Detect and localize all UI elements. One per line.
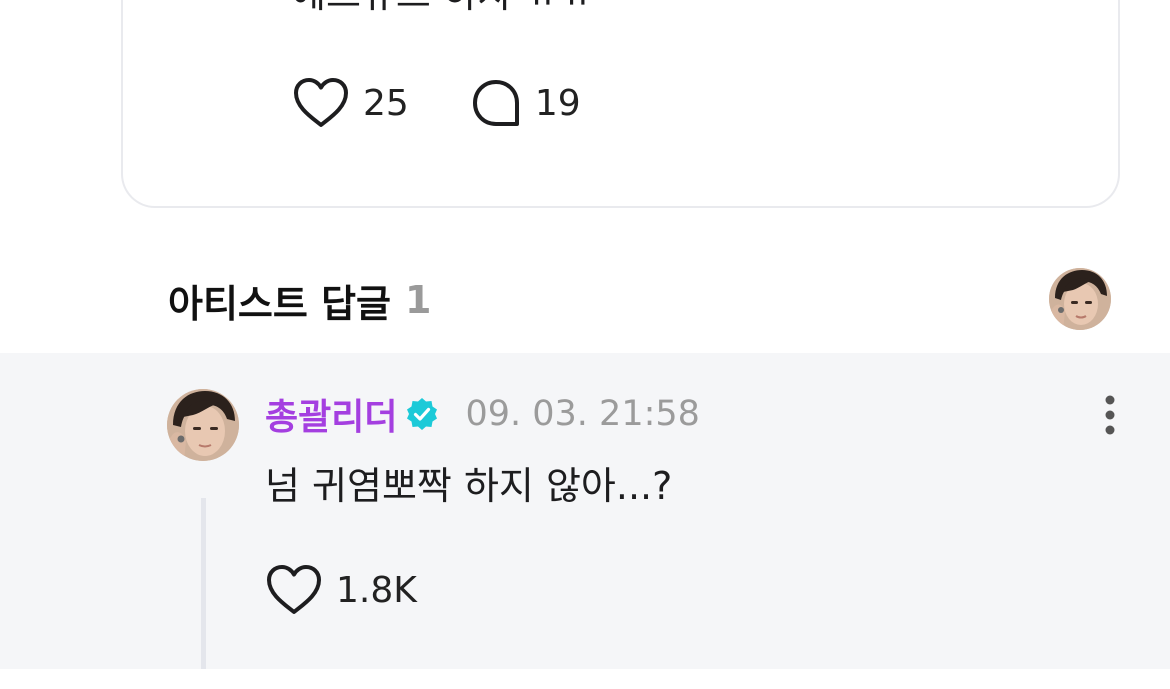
thread-connector-line: [201, 498, 206, 669]
heart-outline-icon: [294, 78, 348, 127]
artist-reply: 총괄리더 09. 03. 21:58 넘 귀염뽀짝 하지 않아...? 1.8K: [0, 353, 1170, 669]
artist-avatar-small[interactable]: [1049, 268, 1111, 330]
reply-actions: 1.8K: [266, 563, 417, 617]
reply-timestamp: 09. 03. 21:58: [465, 394, 700, 434]
post-actions: 25 19: [293, 76, 581, 130]
artist-replies-title: 아티스트 답글: [168, 281, 391, 326]
reply-like-button[interactable]: 1.8K: [266, 564, 417, 616]
reply-author-name[interactable]: 총괄리더: [265, 388, 397, 440]
post-like-button[interactable]: 25: [293, 77, 409, 129]
vertical-ellipsis-icon[interactable]: [1092, 393, 1128, 437]
verified-badge-icon: [407, 398, 438, 430]
artist-avatar-portrait: [167, 389, 239, 461]
reply-like-count: 1.8K: [336, 569, 417, 611]
post-comment-count: 19: [534, 82, 581, 124]
speech-bubble-icon: [472, 80, 519, 126]
fan-community-thread: 에스큐스 하자 ㅠㅠ 25 19 아티스트 답글 1: [0, 0, 1170, 689]
post-card: 에스큐스 하자 ㅠㅠ 25 19: [121, 0, 1120, 208]
artist-replies-header: 아티스트 답글 1: [168, 270, 431, 330]
post-comment-button[interactable]: 19: [471, 78, 581, 128]
reply-body-text: 넘 귀염뽀짝 하지 않아...?: [265, 464, 673, 508]
post-like-count: 25: [363, 82, 409, 124]
post-body-text: 에스큐스 하자 ㅠㅠ: [291, 0, 595, 22]
reply-author-avatar[interactable]: [167, 389, 239, 461]
artist-avatar-portrait: [1049, 268, 1111, 330]
artist-replies-count: 1: [405, 278, 432, 322]
heart-outline-icon: [267, 565, 321, 614]
reply-meta: 총괄리더 09. 03. 21:58: [265, 389, 700, 439]
